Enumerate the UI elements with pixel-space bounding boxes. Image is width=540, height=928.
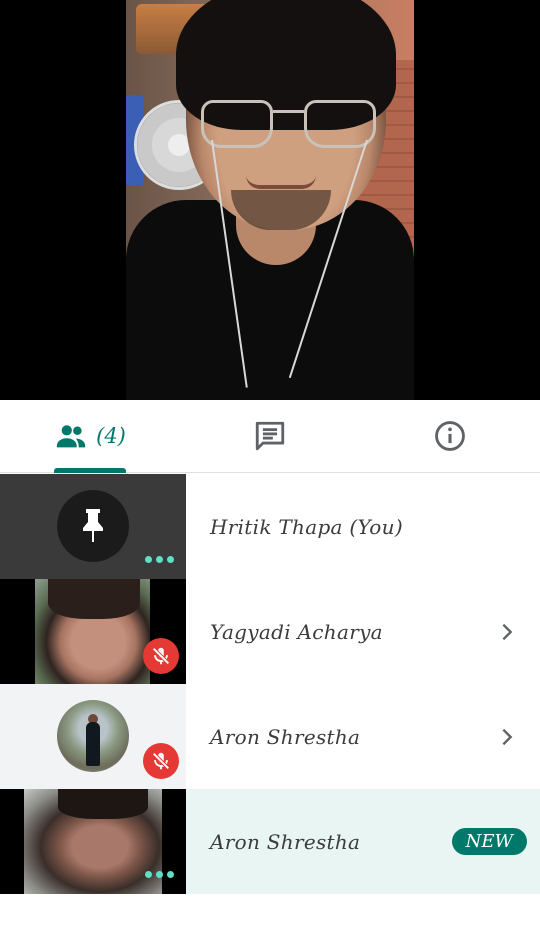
participant-thumbnail [0,789,186,894]
profile-photo [57,700,129,772]
participant-name: Aron Shrestha [210,724,361,749]
people-icon [56,425,86,448]
active-tab-indicator [54,468,126,473]
mic-off-icon [143,743,179,779]
participant-thumbnail [0,684,186,789]
more-dots-icon[interactable] [145,556,174,563]
tab-info[interactable] [360,400,540,472]
participant-row[interactable]: Aron Shrestha NEW [0,789,540,894]
participant-thumbnail [0,579,186,684]
speaker-video [126,0,414,400]
profile-photo-figure [86,722,100,766]
meeting-tabs: (4) [0,400,540,473]
main-video-feed[interactable] [0,0,540,400]
mic-off-icon [143,638,179,674]
chevron-right-icon[interactable] [496,726,518,748]
pin-icon [83,509,103,542]
participant-name: Aron Shrestha [210,829,361,854]
chevron-right-icon[interactable] [496,621,518,643]
tab-chat[interactable] [180,400,360,472]
glasses-bridge [273,110,304,113]
participant-list: Hritik Thapa (You) Yagyadi Acharya Aron … [0,474,540,894]
participant-name: Yagyadi Acharya [210,619,383,644]
chat-icon [255,421,285,451]
new-badge: NEW [451,828,527,855]
speaker-mouth [246,175,316,189]
participant-name: Hritik Thapa (You) [210,514,403,539]
people-count: (4) [96,424,126,448]
pin-avatar [57,490,129,562]
participant-video-hair [48,579,140,619]
participant-row[interactable]: Hritik Thapa (You) [0,474,540,579]
participant-video-hair [58,789,148,819]
info-icon [435,421,465,451]
more-dots-icon[interactable] [145,871,174,878]
tab-people[interactable]: (4) [0,400,180,473]
participant-row[interactable]: Aron Shrestha [0,684,540,789]
participant-row[interactable]: Yagyadi Acharya [0,579,540,684]
participant-thumbnail [0,474,186,579]
